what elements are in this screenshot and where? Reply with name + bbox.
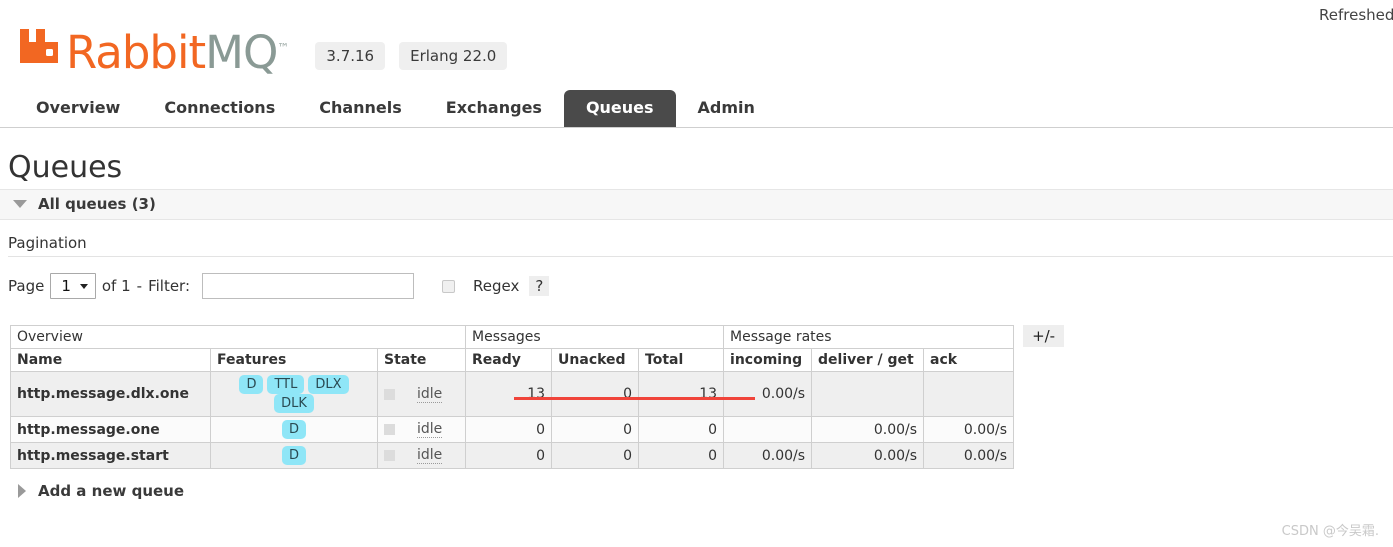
queue-features: DTTLDLXDLK	[211, 372, 378, 417]
queue-features: D	[211, 417, 378, 443]
all-queues-section-toggle[interactable]: All queues (3)	[0, 189, 1393, 220]
state-indicator-icon	[384, 389, 395, 400]
refresh-status[interactable]: Refreshed	[1319, 6, 1393, 24]
messages-ready: 13	[466, 372, 552, 417]
rate-incoming	[724, 417, 812, 443]
all-queues-label: All queues (3)	[38, 195, 156, 213]
messages-unacked: 0	[552, 417, 639, 443]
column-header-state[interactable]: State	[378, 349, 466, 372]
column-header-name[interactable]: Name	[11, 349, 211, 372]
page-total-label: of 1	[102, 277, 131, 295]
table-row[interactable]: http.message.one D idle 0 0 0 0.00/s	[11, 417, 1014, 443]
feature-badge: DLK	[274, 394, 314, 413]
logo-text-rabbit: Rabbit	[66, 26, 205, 79]
column-header-unacked[interactable]: Unacked	[552, 349, 639, 372]
pagination-heading: Pagination	[8, 234, 1393, 252]
page-number-select[interactable]: 1	[50, 273, 96, 299]
tab-exchanges[interactable]: Exchanges	[424, 90, 564, 127]
rate-deliver-get	[812, 372, 924, 417]
add-new-queue-toggle[interactable]: Add a new queue	[8, 482, 1393, 500]
filter-input[interactable]	[202, 273, 414, 299]
pagination-controls: Page 1 of 1 - Filter: Regex ?	[8, 273, 1393, 299]
tab-queues[interactable]: Queues	[564, 90, 676, 127]
column-header-total[interactable]: Total	[639, 349, 724, 372]
queue-name[interactable]: http.message.start	[11, 443, 211, 469]
feature-badge: D	[282, 446, 306, 465]
rate-ack	[924, 372, 1014, 417]
queue-state: idle	[378, 417, 466, 443]
messages-ready: 0	[466, 417, 552, 443]
queue-name[interactable]: http.message.one	[11, 417, 211, 443]
feature-badge: TTL	[267, 375, 304, 394]
rate-deliver-get: 0.00/s	[812, 443, 924, 469]
chevron-down-icon	[80, 284, 88, 289]
version-badges: 3.7.16 Erlang 22.0	[315, 42, 521, 70]
add-new-queue-label: Add a new queue	[38, 482, 184, 500]
chevron-right-icon	[18, 484, 26, 498]
group-header-message-rates: Message rates	[724, 326, 1014, 349]
regex-help-icon[interactable]: ?	[529, 276, 549, 296]
queue-state-label[interactable]: idle	[417, 386, 442, 403]
queue-features: D	[211, 443, 378, 469]
rabbitmq-logo[interactable]: RabbitMQ™	[18, 26, 289, 75]
feature-badge: D	[282, 420, 306, 439]
watermark: CSDN @今吴霜.	[1282, 520, 1379, 539]
page-title: Queues	[8, 150, 1393, 185]
rate-incoming: 0.00/s	[724, 443, 812, 469]
tab-overview[interactable]: Overview	[14, 90, 142, 127]
page-label: Page	[8, 277, 44, 295]
rabbitmq-management-page: RabbitMQ™ 3.7.16 Erlang 22.0 Refreshed O…	[0, 0, 1393, 547]
table-row[interactable]: http.message.start D idle 0 0 0 0.00/s	[11, 443, 1014, 469]
messages-total: 13	[639, 372, 724, 417]
rate-ack: 0.00/s	[924, 417, 1014, 443]
queues-table: Overview Messages Message rates Name Fea…	[10, 325, 1014, 469]
messages-total: 0	[639, 443, 724, 469]
column-header-deliver-get[interactable]: deliver / get	[812, 349, 924, 372]
table-row[interactable]: http.message.dlx.one DTTLDLXDLK idle 13 …	[11, 372, 1014, 417]
column-header-ready[interactable]: Ready	[466, 349, 552, 372]
column-header-incoming[interactable]: incoming	[724, 349, 812, 372]
queues-table-zone: Overview Messages Message rates Name Fea…	[10, 325, 1393, 469]
tab-connections[interactable]: Connections	[142, 90, 297, 127]
main-navigation: Overview Connections Channels Exchanges …	[0, 86, 1393, 128]
rate-deliver-get: 0.00/s	[812, 417, 924, 443]
queue-name[interactable]: http.message.dlx.one	[11, 372, 211, 417]
page-header: RabbitMQ™ 3.7.16 Erlang 22.0 Refreshed	[0, 0, 1393, 86]
queue-state: idle	[378, 372, 466, 417]
messages-unacked: 0	[552, 443, 639, 469]
group-header-overview: Overview	[11, 326, 466, 349]
table-column-header-row: Name Features State Ready Unacked Total …	[11, 349, 1014, 372]
feature-badge: D	[239, 375, 263, 394]
logo-text-mq: MQ	[205, 26, 277, 79]
chevron-down-icon	[13, 200, 27, 208]
queue-state: idle	[378, 443, 466, 469]
state-indicator-icon	[384, 424, 395, 435]
table-group-header-row: Overview Messages Message rates	[11, 326, 1014, 349]
queue-state-label[interactable]: idle	[417, 447, 442, 464]
tab-admin[interactable]: Admin	[676, 90, 777, 127]
tab-channels[interactable]: Channels	[297, 90, 424, 127]
regex-label: Regex	[473, 277, 519, 295]
state-indicator-icon	[384, 450, 395, 461]
logo-trademark: ™	[277, 41, 289, 55]
queue-state-label[interactable]: idle	[417, 421, 442, 438]
feature-badge: DLX	[308, 375, 348, 394]
pagination-dash: -	[137, 277, 142, 295]
erlang-version-badge: Erlang 22.0	[399, 42, 507, 70]
regex-checkbox[interactable]	[442, 280, 455, 293]
rabbitmq-version-badge: 3.7.16	[315, 42, 385, 70]
rabbitmq-logo-icon	[18, 27, 62, 69]
messages-ready: 0	[466, 443, 552, 469]
toggle-columns-button[interactable]: +/-	[1023, 325, 1064, 347]
column-header-features[interactable]: Features	[211, 349, 378, 372]
messages-total: 0	[639, 417, 724, 443]
messages-unacked: 0	[552, 372, 639, 417]
page-number-value: 1	[61, 277, 71, 295]
column-header-ack[interactable]: ack	[924, 349, 1014, 372]
group-header-messages: Messages	[466, 326, 724, 349]
filter-label: Filter:	[148, 277, 190, 295]
pagination-divider	[8, 256, 1393, 257]
rate-ack: 0.00/s	[924, 443, 1014, 469]
rate-incoming: 0.00/s	[724, 372, 812, 417]
